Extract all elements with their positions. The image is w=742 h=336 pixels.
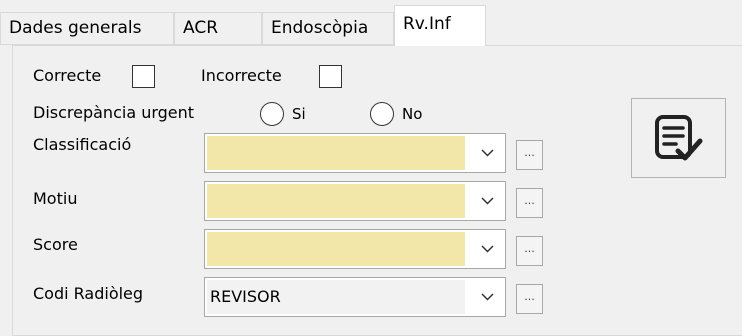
discrepancia-si-label: Si — [292, 105, 306, 123]
codi-radioleg-label: Codi Radiòleg — [33, 284, 144, 303]
chevron-down-icon — [481, 245, 494, 253]
codi-radioleg-browse-button[interactable]: ... — [516, 284, 543, 314]
discrepancia-urgent-label: Discrepància urgent — [33, 103, 195, 122]
chevron-down-icon — [481, 197, 494, 205]
discrepancia-no-radio[interactable] — [370, 102, 394, 126]
classificacio-browse-button[interactable]: ... — [516, 140, 543, 170]
incorrecte-checkbox[interactable] — [319, 65, 342, 88]
tab-label: Dades generals — [9, 18, 142, 38]
tab-acr[interactable]: ACR — [174, 12, 262, 45]
tab-rv-inf[interactable]: Rv.Inf — [394, 5, 486, 46]
clipboard-check-icon — [655, 115, 703, 161]
discrepancia-no-label: No — [402, 105, 423, 123]
correcte-label: Correcte — [33, 66, 102, 85]
motiu-label: Motiu — [33, 189, 78, 208]
classificacio-value[interactable] — [207, 136, 465, 170]
review-panel: Correcte Incorrecte Discrepància urgent … — [12, 45, 742, 336]
tab-dades-generals[interactable]: Dades generals — [0, 12, 174, 45]
tab-label: ACR — [183, 18, 219, 38]
discrepancia-si-radio[interactable] — [260, 102, 284, 126]
tab-strip: Dades generals ACR Endoscòpia Rv.Inf — [0, 0, 742, 46]
motiu-combo[interactable] — [204, 181, 506, 221]
score-label: Score — [33, 235, 78, 254]
codi-radioleg-value[interactable]: REVISOR — [207, 280, 465, 314]
score-value[interactable] — [207, 232, 465, 266]
codi-radioleg-combo[interactable]: REVISOR — [204, 277, 506, 317]
incorrecte-label: Incorrecte — [201, 66, 282, 85]
chevron-down-icon — [481, 293, 494, 301]
tab-label: Rv.Inf — [403, 14, 451, 34]
tab-label: Endoscòpia — [271, 18, 369, 38]
tab-endoscopia[interactable]: Endoscòpia — [262, 12, 394, 45]
score-browse-button[interactable]: ... — [516, 236, 543, 266]
validate-button[interactable] — [631, 98, 726, 178]
chevron-down-icon — [481, 149, 494, 157]
score-combo[interactable] — [204, 229, 506, 269]
correcte-checkbox[interactable] — [132, 65, 155, 88]
motiu-value[interactable] — [207, 184, 465, 218]
classificacio-combo[interactable] — [204, 133, 506, 173]
classificacio-label: Classificació — [33, 135, 132, 154]
motiu-browse-button[interactable]: ... — [516, 188, 543, 218]
